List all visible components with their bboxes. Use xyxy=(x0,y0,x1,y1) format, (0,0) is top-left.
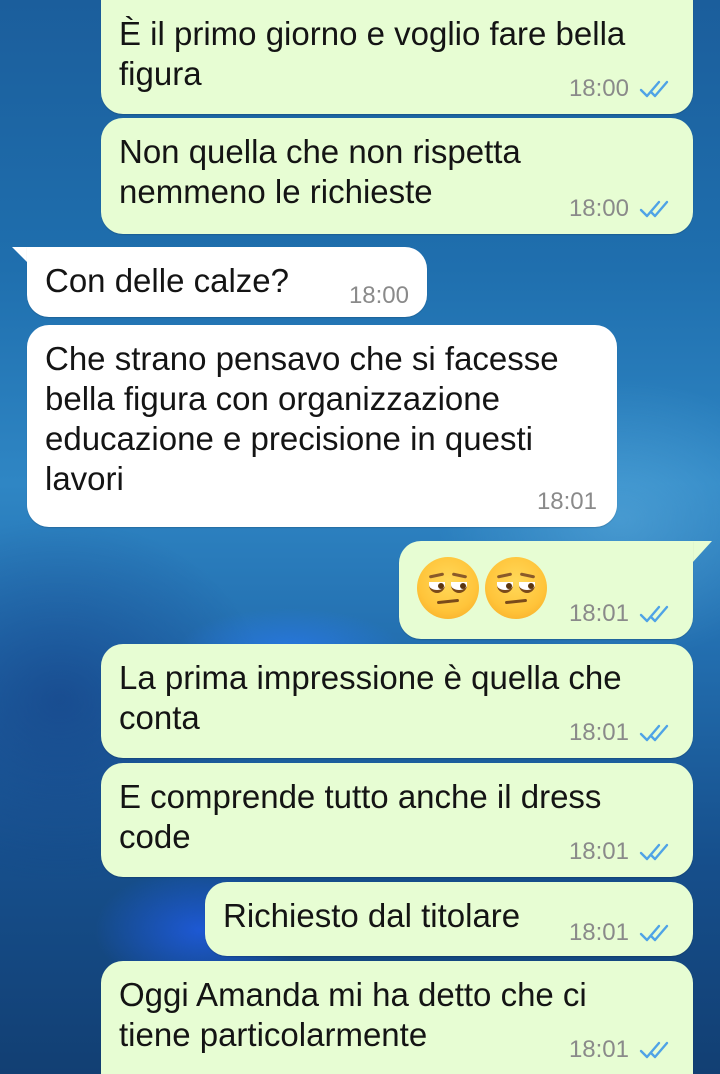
unamused-face-emoji xyxy=(417,557,479,619)
message-text: Che strano pensavo che si facesse bella f… xyxy=(45,340,559,497)
message-bubble-outgoing[interactable]: E comprende tutto anche il dress code 18:… xyxy=(101,763,693,877)
message-bubble-outgoing[interactable]: Richiesto dal titolare 18:01 xyxy=(205,882,693,956)
message-meta: 18:00 xyxy=(349,283,409,309)
message-bubble-outgoing[interactable]: Oggi Amanda mi ha detto che ci tiene part… xyxy=(101,961,693,1074)
message-bubble-incoming[interactable]: Con delle calze? 18:00 xyxy=(27,247,427,317)
read-receipt-double-check-icon xyxy=(639,1041,669,1059)
message-time: 18:01 xyxy=(568,719,629,746)
message-meta: 18:01 xyxy=(569,720,671,746)
read-receipt-double-check-icon xyxy=(639,924,669,942)
message-meta: 18:01 xyxy=(569,920,671,946)
message-time: 18:01 xyxy=(568,1036,629,1063)
read-receipt-double-check-icon xyxy=(639,200,669,218)
message-time: 18:01 xyxy=(568,919,629,946)
read-receipt-double-check-icon xyxy=(639,605,669,623)
message-time: 18:00 xyxy=(568,75,629,102)
bubble-tail xyxy=(692,541,712,563)
message-meta: 18:01 xyxy=(569,1037,671,1063)
message-bubble-outgoing[interactable]: 18:01 xyxy=(399,541,693,639)
unamused-face-emoji xyxy=(485,557,547,619)
message-meta: 18:00 xyxy=(569,196,671,222)
message-meta: 18:01 xyxy=(537,489,597,515)
message-text: Non quella che non rispetta nemmeno le r… xyxy=(119,133,530,210)
chat-conversation[interactable]: È il primo giorno e voglio fare bella fig… xyxy=(0,0,720,1074)
message-time: 18:01 xyxy=(568,600,629,627)
message-bubble-incoming[interactable]: Che strano pensavo che si facesse bella f… xyxy=(27,325,617,527)
message-bubble-outgoing[interactable]: È il primo giorno e voglio fare bella fig… xyxy=(101,0,693,114)
read-receipt-double-check-icon xyxy=(639,724,669,742)
message-time: 18:01 xyxy=(568,838,629,865)
message-meta: 18:01 xyxy=(569,839,671,865)
message-time: 18:00 xyxy=(348,282,409,309)
read-receipt-double-check-icon xyxy=(639,843,669,861)
message-meta: 18:01 xyxy=(569,601,671,627)
read-receipt-double-check-icon xyxy=(639,80,669,98)
message-time: 18:00 xyxy=(568,195,629,222)
message-bubble-outgoing[interactable]: La prima impressione è quella che conta 1… xyxy=(101,644,693,758)
message-time: 18:01 xyxy=(536,488,597,515)
message-meta: 18:00 xyxy=(569,76,671,102)
message-bubble-outgoing[interactable]: Non quella che non rispetta nemmeno le r… xyxy=(101,118,693,234)
